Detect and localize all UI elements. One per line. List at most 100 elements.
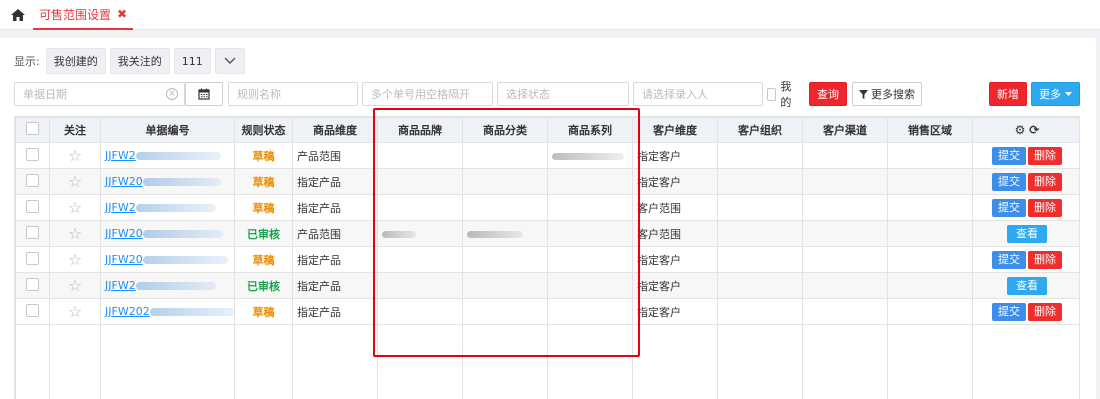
table-row[interactable]: ☆ JJFW2 已审核 指定产品 指定客户 查看	[15, 272, 1079, 299]
document-code-cell: JJFW2	[100, 142, 235, 169]
status-badge: 草稿	[252, 253, 275, 267]
col-rule-status[interactable]: 规则状态	[234, 117, 293, 143]
rule-name-input[interactable]: 规则名称	[228, 82, 358, 106]
col-document-code[interactable]: 单据编号	[100, 117, 235, 143]
goods-category-cell	[462, 194, 548, 221]
star-icon[interactable]: ☆	[68, 198, 82, 217]
col-follow[interactable]: 关注	[49, 117, 101, 143]
filter-saved-111[interactable]: 111	[173, 48, 211, 74]
col-sales-region[interactable]: 销售区域	[887, 117, 973, 143]
star-icon[interactable]: ☆	[68, 276, 82, 295]
more-search-button[interactable]: 更多搜索	[852, 82, 922, 106]
customer-channel-cell	[802, 220, 888, 247]
star-icon[interactable]: ☆	[68, 224, 82, 243]
mine-checkbox[interactable]	[767, 87, 777, 101]
document-code-link[interactable]: JJFW20	[105, 227, 143, 240]
goods-series-cell	[547, 246, 633, 273]
calendar-button[interactable]	[185, 82, 223, 106]
row-checkbox[interactable]	[26, 303, 39, 317]
goods-category-cell	[462, 246, 548, 273]
table-row[interactable]: ☆ JJFW20 草稿 指定产品 指定客户 提交 删除	[15, 168, 1079, 195]
submit-button[interactable]: 提交	[992, 250, 1026, 269]
delete-button[interactable]: 删除	[1028, 146, 1062, 165]
row-checkbox[interactable]	[26, 277, 39, 291]
document-code-link[interactable]: JJFW20	[105, 253, 143, 266]
star-icon[interactable]: ☆	[68, 250, 82, 269]
row-checkbox[interactable]	[26, 173, 39, 187]
star-icon[interactable]: ☆	[68, 302, 82, 321]
row-select-cell	[15, 298, 50, 325]
row-checkbox[interactable]	[26, 199, 39, 213]
select-all-checkbox[interactable]	[26, 122, 39, 135]
document-code-link[interactable]: JJFW20	[105, 175, 143, 188]
tab-sales-scope-settings[interactable]: 可售范围设置 ✖	[33, 0, 134, 30]
delete-button[interactable]: 删除	[1028, 302, 1062, 321]
table-row[interactable]: ☆ JJFW20 已审核 产品范围 客户范围 查看	[15, 220, 1079, 247]
gear-icon[interactable]: ⚙	[1015, 123, 1026, 137]
col-customer-org[interactable]: 客户组织	[717, 117, 803, 143]
goods-category-cell	[462, 272, 548, 299]
table-row[interactable]: ☆ JJFW2 草稿 指定产品 客户范围 提交 删除	[15, 194, 1079, 221]
filter-followed-by-me[interactable]: 我关注的	[109, 48, 170, 74]
home-icon[interactable]	[10, 7, 26, 23]
follow-cell: ☆	[49, 168, 101, 195]
sales-region-cell	[887, 142, 973, 169]
col-goods-series[interactable]: 商品系列	[547, 117, 633, 143]
status-select[interactable]: 选择状态	[497, 82, 629, 106]
col-settings: ⚙ ⟳	[972, 117, 1079, 143]
star-icon[interactable]: ☆	[68, 172, 82, 191]
entry-person-select[interactable]: 请选择录入人	[633, 82, 763, 106]
chevron-down-icon[interactable]	[214, 48, 245, 74]
refresh-icon[interactable]: ⟳	[1029, 123, 1039, 137]
submit-button[interactable]: 提交	[992, 172, 1026, 191]
empty-cell	[887, 324, 973, 399]
table-row[interactable]: ☆ JJFW202 草稿 指定产品 指定客户 提交 删除	[15, 298, 1079, 325]
query-button[interactable]: 查询	[809, 82, 847, 106]
col-goods-category[interactable]: 商品分类	[462, 117, 548, 143]
document-code-link[interactable]: JJFW2	[105, 149, 136, 162]
date-input[interactable]: 单据日期 ×	[14, 82, 185, 106]
submit-button[interactable]: 提交	[992, 146, 1026, 165]
view-button[interactable]: 查看	[1007, 224, 1047, 243]
table-row[interactable]: ☆ JJFW2 草稿 产品范围 指定客户 提交 删除	[15, 142, 1079, 169]
submit-button[interactable]: 提交	[992, 198, 1026, 217]
row-checkbox[interactable]	[26, 251, 39, 265]
actions-cell: 提交 删除	[972, 298, 1079, 325]
document-code-link[interactable]: JJFW2	[105, 201, 136, 214]
clear-icon[interactable]: ×	[166, 88, 178, 100]
star-icon[interactable]: ☆	[68, 146, 82, 165]
submit-button[interactable]: 提交	[992, 302, 1026, 321]
customer-dimension-cell: 指定客户	[632, 142, 718, 169]
row-select-cell	[15, 272, 50, 299]
col-customer-dimension[interactable]: 客户维度	[632, 117, 718, 143]
empty-cell	[100, 324, 235, 399]
redacted-text	[135, 152, 221, 160]
row-checkbox[interactable]	[26, 225, 39, 239]
filter-created-by-me[interactable]: 我创建的	[45, 48, 106, 74]
col-goods-dimension[interactable]: 商品维度	[292, 117, 378, 143]
col-customer-channel[interactable]: 客户渠道	[802, 117, 888, 143]
document-codes-input[interactable]: 多个单号用空格隔开	[362, 82, 493, 106]
sales-region-cell	[887, 194, 973, 221]
new-button[interactable]: 新增	[989, 82, 1027, 106]
document-code-link[interactable]: JJFW2	[105, 279, 136, 292]
col-goods-brand[interactable]: 商品品牌	[377, 117, 463, 143]
mine-label: 我的	[780, 80, 792, 109]
more-actions-button[interactable]: 更多	[1031, 82, 1080, 106]
delete-button[interactable]: 删除	[1028, 250, 1062, 269]
delete-button[interactable]: 删除	[1028, 198, 1062, 217]
delete-button[interactable]: 删除	[1028, 172, 1062, 191]
view-button[interactable]: 查看	[1007, 276, 1047, 295]
row-checkbox[interactable]	[26, 147, 39, 161]
document-code-cell: JJFW2	[100, 272, 235, 299]
redacted-text	[552, 152, 624, 160]
rule-status-cell: 草稿	[234, 298, 293, 325]
rule-status-cell: 草稿	[234, 168, 293, 195]
close-icon[interactable]: ✖	[117, 7, 127, 21]
document-code-cell: JJFW20	[100, 246, 235, 273]
table-row[interactable]: ☆ JJFW20 草稿 指定产品 指定客户 提交 删除	[15, 246, 1079, 273]
goods-brand-cell	[377, 142, 463, 169]
goods-brand-cell	[377, 298, 463, 325]
customer-channel-cell	[802, 194, 888, 221]
document-code-link[interactable]: JJFW202	[105, 305, 150, 318]
